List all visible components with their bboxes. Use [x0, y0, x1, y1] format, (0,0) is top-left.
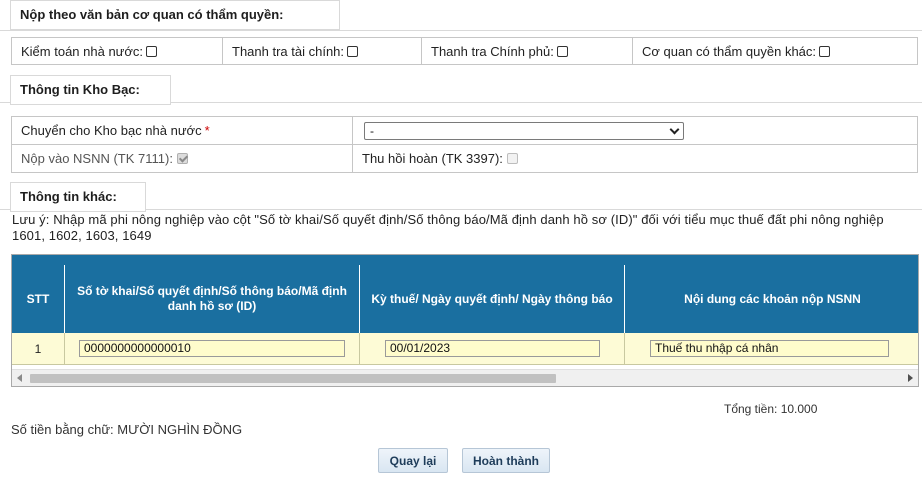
authority-header-text: Nộp theo văn bản cơ quan có thẩm quyền:	[20, 7, 284, 22]
thanh-tra-chinh-phu-label: Thanh tra Chính phủ:	[431, 43, 554, 59]
col-header-doc-id: Số tờ khai/Số quyết định/Số thông báo/Mã…	[65, 265, 360, 333]
kiem-toan-checkbox[interactable]	[146, 45, 158, 57]
table-cell-date: 00/01/2023	[360, 333, 625, 365]
refund-checkbox	[506, 153, 518, 164]
section-divider	[0, 30, 922, 31]
total-amount: Tổng tiền: 10.000	[724, 402, 818, 416]
nsnn-label: Nộp vào NSNN (TK 7111):	[21, 151, 173, 166]
refund-label: Thu hồi hoàn (TK 3397):	[362, 151, 503, 166]
table-cell-doc-id: 0000000000000010	[65, 333, 360, 365]
co-quan-khac-label: Cơ quan có thẩm quyền khác:	[642, 43, 817, 59]
col-header-date: Kỳ thuế/ Ngày quyết định/ Ngày thông báo	[360, 265, 625, 333]
authority-header: Nộp theo văn bản cơ quan có thẩm quyền:	[10, 0, 340, 30]
col-header-stt: STT	[12, 265, 65, 333]
back-button[interactable]: Quay lại	[378, 448, 448, 473]
thanh-tra-tai-chinh-option[interactable]: Thanh tra tài chính:	[222, 37, 422, 65]
nsnn-cell: Nộp vào NSNN (TK 7111):	[11, 144, 353, 173]
thanh-tra-chinh-phu-option[interactable]: Thanh tra Chính phủ:	[421, 37, 633, 65]
co-quan-khac-option[interactable]: Cơ quan có thẩm quyền khác:	[632, 37, 918, 65]
thanh-tra-tai-chinh-checkbox[interactable]	[347, 45, 359, 57]
finish-button[interactable]: Hoàn thành	[462, 448, 550, 473]
treasury-select[interactable]: -	[364, 122, 684, 140]
data-table: STT Số tờ khai/Số quyết định/Số thông bá…	[11, 254, 919, 387]
other-header-text: Thông tin khác:	[20, 189, 117, 204]
transfer-label: Chuyển cho Kho bạc nhà nước	[21, 123, 202, 138]
horizontal-scrollbar[interactable]	[12, 369, 918, 386]
date-input[interactable]: 00/01/2023	[385, 340, 600, 357]
thanh-tra-tai-chinh-label: Thanh tra tài chính:	[232, 43, 345, 59]
amount-in-words: Số tiền bằng chữ: MƯỜI NGHÌN ĐỒNG	[11, 422, 243, 437]
kiem-toan-option[interactable]: Kiểm toán nhà nước:	[11, 37, 223, 65]
note-text: Lưu ý: Nhập mã phi nông nghiệp vào cột "…	[12, 212, 884, 243]
treasury-header-text: Thông tin Kho Bạc:	[20, 82, 140, 97]
col-header-content: Nội dung các khoản nộp NSNN	[625, 265, 918, 333]
nsnn-checkbox	[176, 153, 188, 164]
refund-cell: Thu hồi hoàn (TK 3397):	[352, 144, 918, 173]
table-header-strip	[12, 255, 918, 265]
table-cell-content: Thuế thu nhập cá nhân	[625, 333, 918, 365]
arrow-right-icon[interactable]	[908, 374, 913, 382]
arrow-left-icon[interactable]	[17, 374, 22, 382]
scroll-thumb[interactable]	[30, 374, 556, 383]
table-cell-stt: 1	[12, 333, 65, 365]
content-input[interactable]: Thuế thu nhập cá nhân	[650, 340, 889, 357]
treasury-select-value: -	[370, 124, 374, 138]
other-header: Thông tin khác:	[10, 182, 146, 212]
treasury-header: Thông tin Kho Bạc:	[10, 75, 171, 105]
co-quan-khac-checkbox[interactable]	[819, 45, 831, 57]
kiem-toan-label: Kiểm toán nhà nước:	[21, 43, 144, 59]
thanh-tra-chinh-phu-checkbox[interactable]	[556, 45, 568, 57]
transfer-select-cell: -	[352, 116, 918, 145]
doc-id-input[interactable]: 0000000000000010	[79, 340, 345, 357]
row-stt: 1	[34, 341, 42, 356]
required-mark: *	[204, 123, 210, 138]
transfer-label-cell: Chuyển cho Kho bạc nhà nước *	[11, 116, 353, 145]
chevron-down-icon	[669, 124, 680, 135]
